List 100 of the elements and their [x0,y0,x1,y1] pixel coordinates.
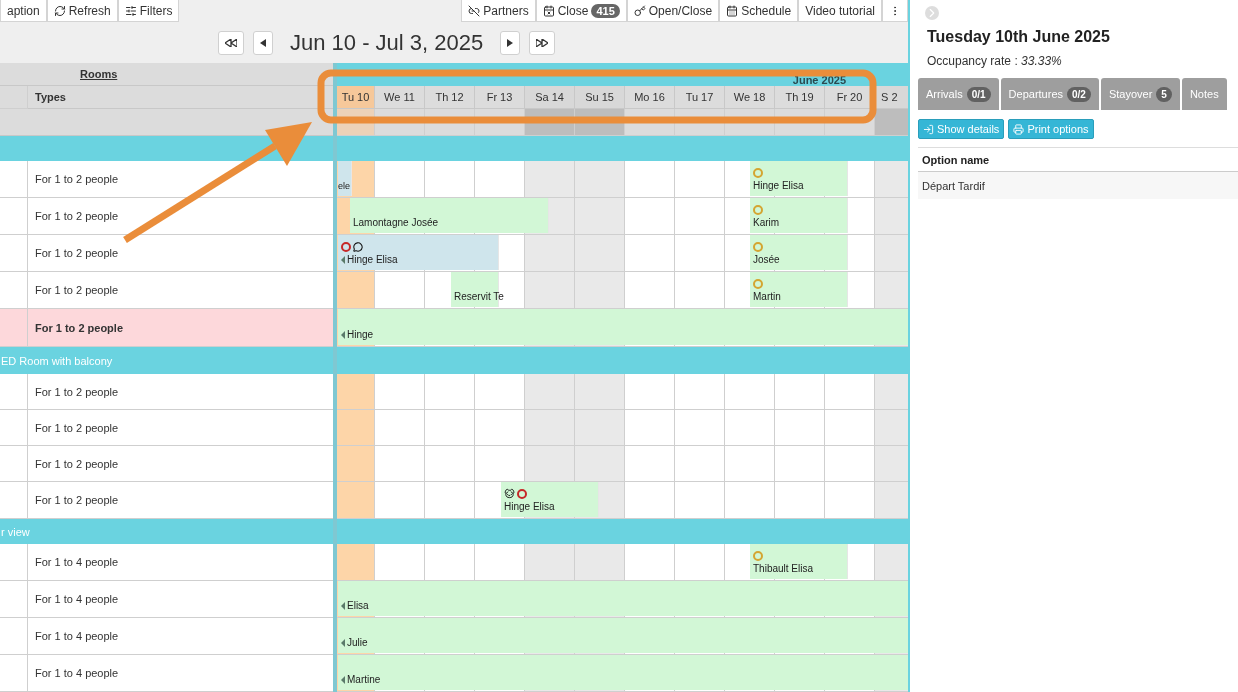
guest-name: Hinge Elisa [753,180,804,191]
calendar-row[interactable] [337,410,908,446]
guest-name: Hinge Elisa [504,501,555,512]
partners-button[interactable]: Partners [461,0,536,22]
day-header[interactable]: Tu 17 [675,86,725,109]
booking-bar[interactable]: Hinge Elisa [338,235,499,270]
column-header: Types [28,86,333,109]
right-triangle-icon [507,38,514,47]
occupancy-rate: Occupancy rate : 33.33% [927,54,1063,68]
refresh-button[interactable]: Refresh [46,0,118,22]
first-page-button[interactable] [218,30,244,55]
calendar-row[interactable]: Hinge Elisa [337,482,908,519]
calendar-row[interactable] [337,374,908,410]
booking-bar[interactable]: Julie [338,618,908,653]
day-header[interactable]: We 18 [725,86,775,109]
day-header[interactable]: Fr 13 [475,86,525,109]
guest-name: Elisa [347,600,369,611]
calendar-row[interactable]: Thibault Elisa [337,544,908,581]
guest-name: Thibault Elisa [753,563,814,574]
booking-bar[interactable]: Hinge Elisa [750,161,848,196]
guest-name: Lamontagne Josée [353,217,439,228]
booking-bar[interactable]: Hinge [338,309,908,345]
day-header[interactable]: Sa 14 [525,86,575,109]
booking-bar[interactable]: Hinge Elisa [501,482,599,517]
room-type-cell: For 1 to 2 people [28,446,333,482]
sign-in-icon [923,123,934,135]
calendar-icon [726,4,739,17]
guest-name: Hinge Elisa [347,254,398,265]
guest-name: Martin [753,291,781,302]
date-range-title: Jun 10 - Jul 3, 2025 [290,29,484,56]
dog-icon [504,488,515,499]
schedule-button[interactable]: Schedule [719,0,799,22]
next-button[interactable] [500,30,521,55]
room-type-cell: For 1 to 4 people [28,618,333,655]
day-header[interactable]: We 11 [375,86,425,109]
collapse-icon[interactable] [925,6,939,20]
month-label: June 2025 [792,74,846,86]
booking-bar[interactable]: Josée [750,235,848,270]
calendar-x-icon [542,4,555,17]
room-group-row: r view [0,519,333,544]
printer-icon [1013,123,1025,135]
booking-bar[interactable]: Martin [750,272,848,307]
caption-button[interactable]: aption [0,0,47,22]
close-button[interactable]: Close 415 [535,0,627,22]
booking-bar[interactable]: Karim [750,198,848,233]
count-badge: 5 [1156,86,1172,102]
booking-bar[interactable]: Thibault Elisa [750,544,848,579]
previous-button[interactable] [253,30,273,55]
open-close-button[interactable]: Open/Close [626,0,720,22]
calendar-row[interactable] [337,446,908,482]
booking-bar[interactable]: Elisa [338,581,908,616]
table-header: Option name [918,147,1238,172]
day-header[interactable]: Th 19 [775,86,825,109]
column-header[interactable]: Rooms [0,68,118,80]
day-title: Tuesday 10th June 2025 [927,28,1111,46]
guest-name: Martine [347,674,381,685]
left-triangle-icon [260,38,266,47]
more-button[interactable] [882,0,908,22]
count-badge: 415 [591,3,620,18]
calendar-row[interactable]: Lamontagne Josée Karim [337,198,908,235]
room-type-cell: For 1 to 4 people [28,581,333,618]
room-type-cell: For 1 to 2 people [28,235,333,272]
guest-name: Hinge [347,329,374,340]
guest-name: Karim [753,217,780,228]
guest-name: Julie [347,637,368,648]
message-icon [353,242,363,252]
booking-bar[interactable]: ele [338,161,352,196]
room-type-cell: For 1 to 2 people [28,309,333,347]
day-header[interactable]: Th 12 [425,86,475,109]
unlink-icon [468,4,481,17]
room-type-cell: For 1 to 2 people [28,272,333,309]
rewind-icon [225,38,237,47]
refresh-icon [53,4,66,17]
guest-name: Reservit Te [454,291,504,302]
day-header[interactable]: Mo 16 [625,86,675,109]
room-group-row: ED Room with balcony [0,347,333,374]
calendar-row[interactable]: Hinge Elisa Josée [337,235,908,272]
panel-tab[interactable]: Stayover 5 [1100,78,1180,110]
count-badge: 0/2 [1067,86,1091,102]
panel-tab[interactable]: Arrivals 0/1 [918,78,999,110]
last-page-button[interactable] [529,30,556,55]
video-tutorial-button[interactable]: Video tutorial [798,0,882,22]
table-cell: Départ Tardif [918,172,1238,199]
fast-forward-icon [536,38,549,47]
day-header[interactable]: S 2 [875,86,908,109]
day-header[interactable]: Tu 10 [337,86,375,109]
filter-icon [124,4,137,17]
room-type-cell: For 1 to 4 people [28,544,333,581]
booking-bar[interactable]: Lamontagne Josée [350,198,549,233]
room-type-cell: For 1 to 2 people [28,198,333,235]
room-type-cell: For 1 to 4 people [28,655,333,692]
calendar-row[interactable]: Reservit Te Martin [337,272,908,309]
calendar-row[interactable]: ele Hinge Elisa [337,161,908,198]
guest-name: Josée [753,254,780,265]
booking-bar[interactable]: Martine [338,655,908,690]
room-type-cell: For 1 to 2 people [28,374,333,410]
day-header[interactable]: Su 15 [575,86,625,109]
filters-button[interactable]: Filters [117,0,180,22]
count-badge: 0/1 [966,86,991,102]
panel-tab[interactable]: Departures 0/2 [1000,78,1099,110]
